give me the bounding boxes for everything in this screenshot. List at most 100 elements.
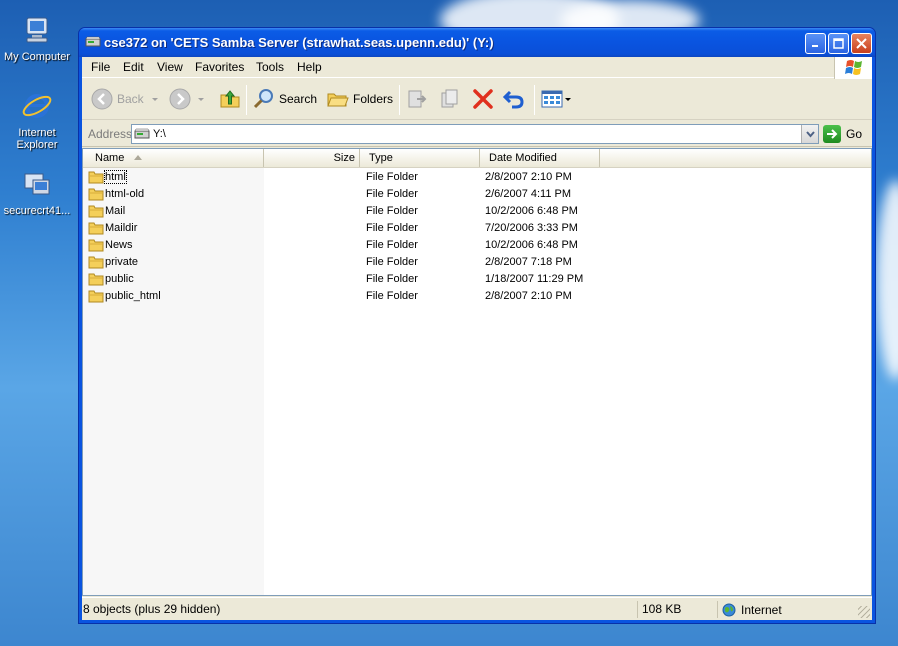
- cloud: [876, 180, 898, 380]
- title-bar[interactable]: cse372 on 'CETS Samba Server (strawhat.s…: [79, 28, 875, 57]
- menu-favorites-label: Favorites: [195, 60, 245, 74]
- close-button[interactable]: [851, 33, 872, 54]
- minimize-button[interactable]: [805, 33, 826, 54]
- menu-help[interactable]: Help: [297, 60, 322, 74]
- folder-icon: [88, 273, 104, 286]
- go-label: Go: [846, 127, 863, 141]
- menu-file[interactable]: File: [91, 60, 110, 74]
- folder-icon: [88, 222, 104, 235]
- go-button[interactable]: Go: [823, 124, 862, 144]
- window-title: cse372 on 'CETS Samba Server (strawhat.s…: [104, 35, 494, 50]
- desktop-icon-label: Internet Explorer: [16, 127, 58, 151]
- column-header-date-label: Date Modified: [489, 152, 557, 164]
- column-header-row: Name Size Type Date Modified: [83, 149, 871, 168]
- search-button[interactable]: Search: [252, 85, 317, 113]
- folders-icon: [327, 93, 349, 107]
- views-grid-icon: [541, 90, 563, 108]
- standard-toolbar: Back Search Folders: [82, 79, 872, 120]
- delete-x-icon: [473, 89, 493, 109]
- forward-button[interactable]: [168, 85, 206, 113]
- undo-button[interactable]: [502, 85, 526, 113]
- file-type: File Folder: [366, 239, 418, 251]
- status-bar: 8 objects (plus 29 hidden) 108 KB Intern…: [82, 597, 872, 620]
- window-client: File Edit View Favorites Tools Help Back…: [82, 57, 872, 620]
- column-header-type[interactable]: Type: [360, 149, 480, 167]
- column-header-date-modified[interactable]: Date Modified: [480, 149, 600, 167]
- table-row[interactable]: Mail File Folder 10/2/2006 6:48 PM: [83, 203, 871, 220]
- globe-icon: [722, 603, 736, 616]
- back-button[interactable]: Back: [90, 85, 160, 113]
- desktop-icon-label: securecrt41...: [3, 205, 71, 217]
- network-drive-icon: [134, 128, 150, 139]
- maximize-button[interactable]: [828, 33, 849, 54]
- file-date: 2/8/2007 7:18 PM: [485, 256, 572, 268]
- folder-icon: [88, 205, 104, 218]
- folder-icon: [88, 188, 104, 201]
- resize-grip[interactable]: [858, 606, 870, 618]
- table-row[interactable]: public File Folder 1/18/2007 11:29 PM: [83, 271, 871, 288]
- address-label: Address: [88, 127, 133, 141]
- menu-view-label: View: [157, 60, 183, 74]
- address-bar: Address Y:\ Go: [82, 121, 872, 147]
- file-date: 2/8/2007 2:10 PM: [485, 290, 572, 302]
- table-row[interactable]: public_html File Folder 2/8/2007 2:10 PM: [83, 288, 871, 305]
- up-folder-button[interactable]: [218, 85, 242, 113]
- menu-bar: File Edit View Favorites Tools Help: [82, 57, 872, 79]
- file-list[interactable]: Name Size Type Date Modified html File F…: [82, 148, 872, 596]
- desktop-icon-securecrt[interactable]: securecrt41...: [0, 168, 74, 217]
- file-type: File Folder: [366, 205, 418, 217]
- search-icon: [253, 89, 273, 109]
- folders-button[interactable]: Folders: [326, 85, 393, 113]
- move-to-button[interactable]: [405, 85, 429, 113]
- column-header-name[interactable]: Name: [83, 149, 264, 167]
- copy-to-button[interactable]: [438, 85, 462, 113]
- table-row[interactable]: private File Folder 2/8/2007 7:18 PM: [83, 254, 871, 271]
- column-header-size-label: Size: [333, 152, 355, 164]
- windows-logo: [834, 57, 872, 79]
- status-object-count: 8 objects (plus 29 hidden): [83, 602, 221, 616]
- table-row[interactable]: html-old File Folder 2/6/2007 4:11 PM: [83, 186, 871, 203]
- securecrt-icon: [24, 173, 50, 195]
- sort-ascending-icon: [134, 155, 143, 160]
- address-dropdown-button[interactable]: [801, 125, 818, 143]
- menu-favorites[interactable]: Favorites: [195, 60, 244, 74]
- desktop-icon-label: My Computer: [3, 51, 71, 63]
- status-size: 108 KB: [642, 602, 682, 616]
- column-header-size[interactable]: Size: [264, 149, 360, 167]
- file-type: File Folder: [366, 256, 418, 268]
- folder-icon: [88, 171, 104, 184]
- toolbar-separator: [534, 85, 535, 115]
- file-name: Maildir: [105, 222, 138, 234]
- windows-flag-icon: [845, 60, 862, 75]
- file-type: File Folder: [366, 290, 418, 302]
- go-arrow-icon: [823, 125, 841, 143]
- address-input[interactable]: Y:\: [131, 124, 819, 144]
- file-type: File Folder: [366, 171, 418, 183]
- table-row[interactable]: html File Folder 2/8/2007 2:10 PM: [83, 169, 871, 186]
- column-header-type-label: Type: [369, 152, 393, 164]
- file-name: html-old: [105, 188, 145, 200]
- forward-arrow-icon: [169, 88, 191, 110]
- desktop-icon-my-computer[interactable]: My Computer: [0, 14, 74, 63]
- views-button[interactable]: [540, 85, 572, 113]
- status-size-panel: 108 KB: [637, 601, 717, 618]
- move-to-icon: [408, 90, 427, 108]
- desktop-icon-internet-explorer[interactable]: Internet Explorer: [0, 90, 74, 151]
- menu-tools[interactable]: Tools: [256, 60, 284, 74]
- delete-button[interactable]: [471, 85, 495, 113]
- menu-view[interactable]: View: [157, 60, 183, 74]
- status-zone-panel: Internet: [717, 601, 869, 618]
- file-date: 1/18/2007 11:29 PM: [485, 273, 584, 285]
- column-header-name-label: Name: [95, 152, 125, 164]
- menu-edit[interactable]: Edit: [123, 60, 144, 74]
- table-row[interactable]: News File Folder 10/2/2006 6:48 PM: [83, 237, 871, 254]
- file-type: File Folder: [366, 273, 418, 285]
- file-name: private: [105, 256, 139, 268]
- back-label: Back: [117, 92, 144, 106]
- file-date: 10/2/2006 6:48 PM: [485, 205, 578, 217]
- folders-label: Folders: [353, 92, 394, 106]
- menu-edit-label: Edit: [123, 60, 144, 74]
- file-name: Mail: [105, 205, 126, 217]
- address-value: Y:\: [153, 128, 166, 140]
- table-row[interactable]: Maildir File Folder 7/20/2006 3:33 PM: [83, 220, 871, 237]
